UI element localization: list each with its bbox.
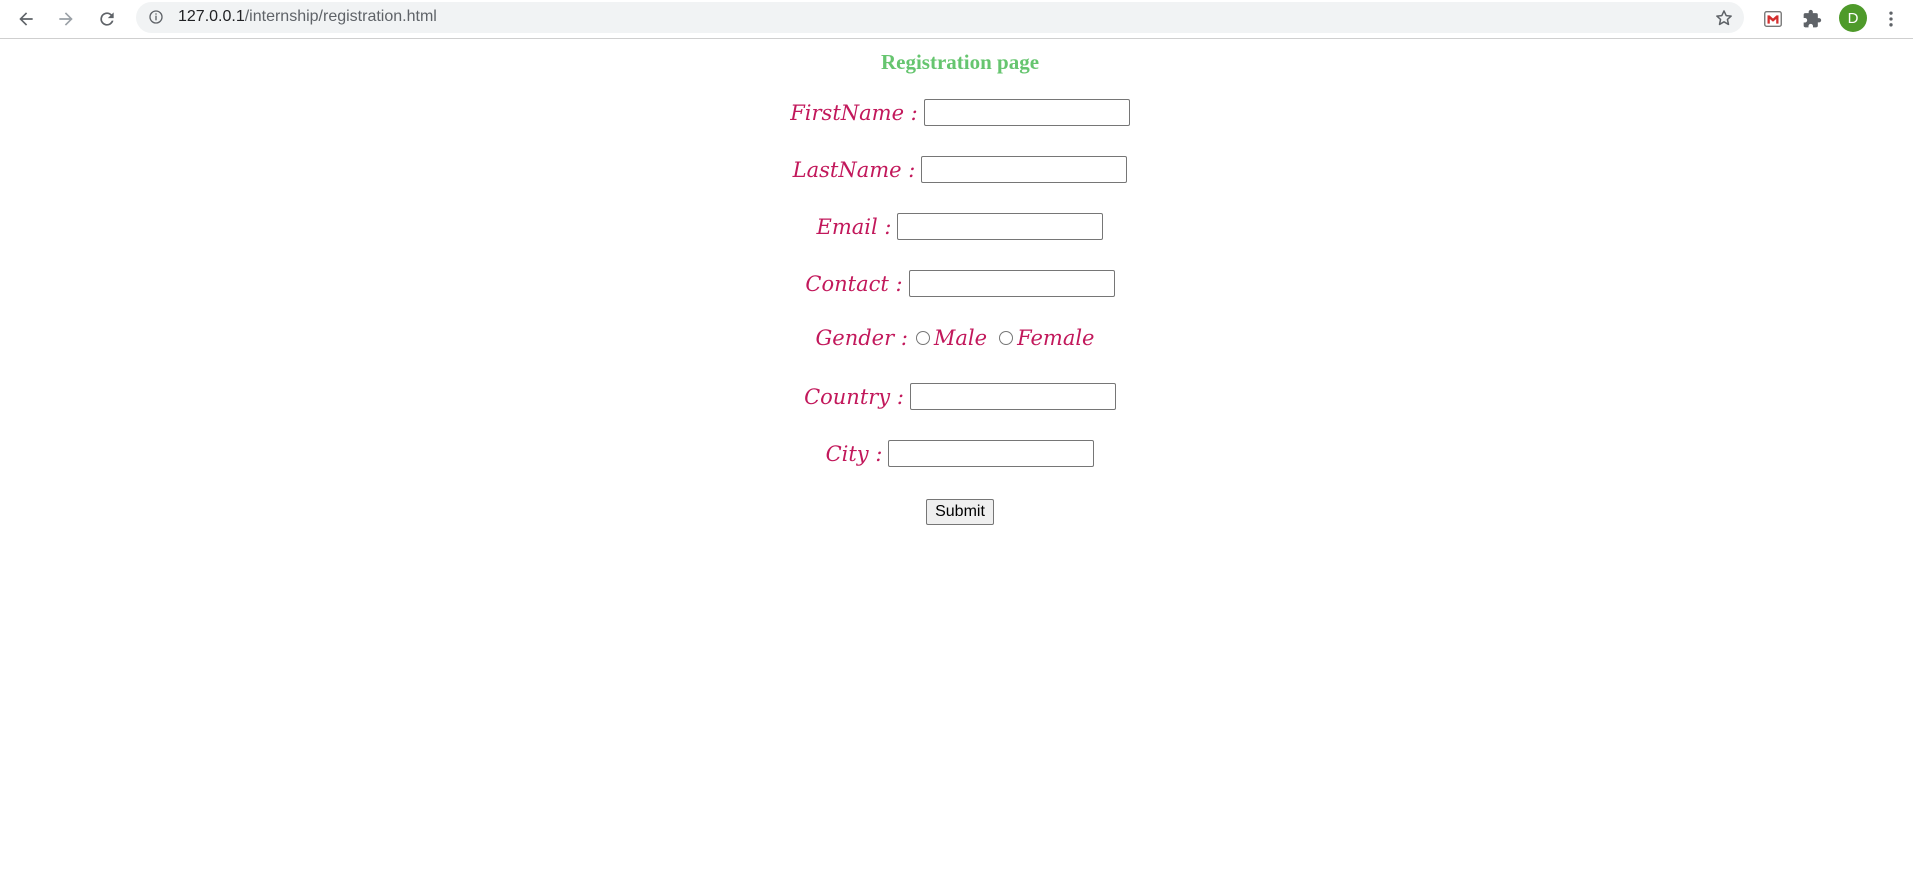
lastname-label: LastName : (792, 157, 916, 182)
firstname-input[interactable] (923, 99, 1130, 126)
browser-toolbar: 127.0.0.1/internship/registration.html D (0, 0, 1913, 39)
firstname-label: FirstName : (790, 100, 918, 125)
email-row: Email : (0, 213, 1913, 240)
page-content: Registration page FirstName : LastName :… (0, 40, 1913, 892)
gender-male-radio[interactable] (915, 331, 930, 345)
mail-extension-button[interactable] (1758, 4, 1788, 34)
reload-icon (100, 12, 114, 26)
star-icon[interactable] (1714, 8, 1734, 28)
lastname-row: LastName : (0, 156, 1913, 183)
forward-button[interactable] (51, 4, 81, 34)
city-row: City : (0, 440, 1913, 467)
url-path: /internship/registration.html (244, 8, 437, 25)
info-icon[interactable] (148, 9, 164, 25)
address-bar[interactable]: 127.0.0.1/internship/registration.html (136, 2, 1744, 33)
puzzle-icon (1803, 9, 1822, 28)
back-button[interactable] (11, 4, 41, 34)
url-host: 127.0.0.1 (178, 8, 245, 25)
submit-row: Submit (0, 499, 1913, 525)
email-label: Email : (816, 214, 892, 239)
country-label: Country : (804, 384, 904, 409)
url-text[interactable]: 127.0.0.1/internship/registration.html (178, 8, 437, 26)
contact-row: Contact : (0, 270, 1913, 297)
submit-button[interactable]: Submit (926, 499, 994, 525)
gender-row: Gender : Male Female (0, 326, 1913, 350)
contact-label: Contact : (805, 271, 903, 296)
mail-extension-icon (1764, 10, 1782, 28)
firstname-row: FirstName : (0, 99, 1913, 126)
gender-female-label[interactable]: Female (1017, 326, 1094, 350)
country-input[interactable] (909, 383, 1116, 410)
email-input[interactable] (897, 213, 1104, 240)
reload-button[interactable] (92, 4, 122, 34)
profile-avatar[interactable]: D (1839, 4, 1867, 32)
city-input[interactable] (888, 440, 1095, 467)
city-label: City : (825, 441, 883, 466)
lastname-input[interactable] (921, 156, 1128, 183)
gender-female-radio[interactable] (999, 331, 1014, 345)
browser-menu-button[interactable] (1876, 4, 1906, 34)
kebab-menu-icon (1889, 11, 1893, 27)
gender-label: Gender : (815, 326, 908, 350)
country-row: Country : (0, 383, 1913, 410)
gender-male-label[interactable]: Male (934, 326, 987, 350)
arrow-right-icon (59, 12, 73, 26)
contact-input[interactable] (908, 270, 1115, 297)
arrow-left-icon (19, 12, 33, 26)
extensions-button[interactable] (1797, 4, 1827, 34)
page-title: Registration page (880, 50, 1040, 74)
